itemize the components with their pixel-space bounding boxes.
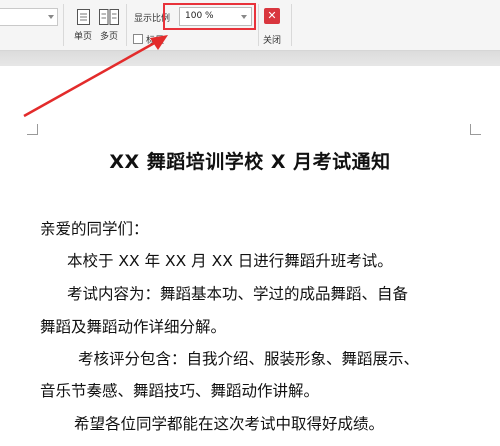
annotation-arrow-icon: [23, 35, 168, 118]
